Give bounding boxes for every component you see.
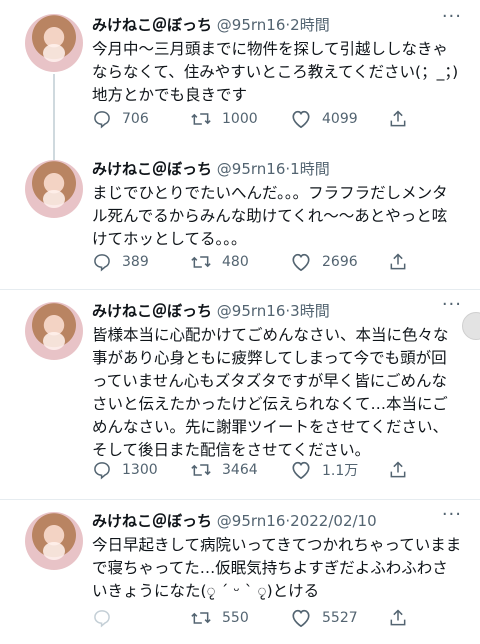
timestamp[interactable]: 3時間 [290, 302, 330, 320]
action-bar: 1300 3464 1.1万 [92, 460, 422, 482]
share-button[interactable] [388, 460, 408, 480]
avatar[interactable] [25, 302, 83, 360]
share-button[interactable] [388, 109, 408, 129]
share-icon [388, 109, 408, 129]
like-count: 5527 [322, 610, 358, 626]
display-name[interactable]: みけねこ＠ぼっち [92, 160, 212, 178]
share-button[interactable] [388, 608, 408, 628]
like-button[interactable]: 1.1万 [290, 460, 358, 480]
reply-icon [92, 252, 112, 272]
tweet-header: みけねこ＠ぼっち @95rn16·2時間 [92, 14, 330, 35]
reply-count: 1300 [122, 462, 158, 478]
action-bar: 550 5527 [92, 608, 422, 630]
more-icon[interactable]: ··· [442, 504, 462, 525]
retweet-count: 550 [222, 610, 249, 626]
share-icon [388, 252, 408, 272]
tweet-text: 今月中〜三月頭までに物件を探して引越ししなきゃならなくて、住みやすいところ教えて… [92, 40, 459, 104]
avatar[interactable] [25, 512, 83, 570]
reply-icon [92, 460, 112, 480]
tweet-text: まじでひとりでたいへんだ。。。フラフラだしメンタル死んでるからみんな助けてくれ〜… [92, 184, 448, 248]
handle[interactable]: @95rn16 [217, 512, 286, 530]
retweet-icon [190, 252, 212, 272]
tweet-header: みけねこ＠ぼっち @95rn16·3時間 [92, 300, 330, 321]
tweet[interactable]: みけねこ＠ぼっち @95rn16·2022/02/10 ··· 今日早起きして病… [0, 500, 480, 644]
avatar[interactable] [25, 14, 83, 72]
retweet-icon [190, 608, 212, 628]
reply-icon [92, 109, 112, 129]
reply-icon [92, 608, 112, 628]
tweet-text: 今日早起きして病院いってきてつかれちゃっていままで寝ちゃってた…仮眠気持ちよすぎ… [92, 536, 462, 600]
tweet[interactable]: みけねこ＠ぼっち @95rn16·3時間 ··· 皆様本当に心配かけてごめんなさ… [0, 290, 480, 495]
action-bar: 706 1000 4099 [92, 109, 422, 131]
reply-count: 706 [122, 111, 149, 127]
timestamp[interactable]: 2022/02/10 [290, 512, 376, 530]
retweet-count: 1000 [222, 111, 258, 127]
retweet-count: 3464 [222, 462, 258, 478]
retweet-button[interactable]: 550 [190, 608, 249, 628]
retweet-button[interactable]: 3464 [190, 460, 258, 480]
reply-button[interactable] [92, 608, 122, 628]
display-name[interactable]: みけねこ＠ぼっち [92, 512, 212, 530]
action-bar: 389 480 2696 [92, 252, 422, 274]
share-icon [388, 608, 408, 628]
reply-count: 389 [122, 254, 149, 270]
retweet-button[interactable]: 480 [190, 252, 249, 272]
timestamp[interactable]: 2時間 [290, 16, 330, 34]
handle[interactable]: @95rn16 [217, 16, 286, 34]
reply-button[interactable]: 1300 [92, 460, 158, 480]
more-icon[interactable]: ··· [442, 294, 462, 315]
retweet-icon [190, 109, 212, 129]
timestamp[interactable]: 1時間 [290, 160, 330, 178]
like-icon [290, 252, 312, 272]
tweet-text: 皆様本当に心配かけてごめんなさい、本当に色々な事があり心身ともに疲弊してしまって… [92, 326, 449, 459]
like-count: 1.1万 [322, 463, 359, 479]
handle[interactable]: @95rn16 [217, 160, 286, 178]
reply-button[interactable]: 389 [92, 252, 149, 272]
like-button[interactable]: 5527 [290, 608, 358, 628]
handle[interactable]: @95rn16 [217, 302, 286, 320]
like-icon [290, 109, 312, 129]
reply-button[interactable]: 706 [92, 109, 149, 129]
tweet-header: みけねこ＠ぼっち @95rn16·2022/02/10 [92, 510, 377, 531]
like-button[interactable]: 2696 [290, 252, 358, 272]
tweet[interactable]: みけねこ＠ぼっち @95rn16·1時間 まじでひとりでたいへんだ。。。フラフラ… [0, 148, 480, 288]
share-icon [388, 460, 408, 480]
like-icon [290, 460, 312, 480]
tweet[interactable]: みけねこ＠ぼっち @95rn16·2時間 ··· 今月中〜三月頭までに物件を探し… [0, 0, 480, 164]
like-count: 2696 [322, 254, 358, 270]
like-icon [290, 608, 312, 628]
like-button[interactable]: 4099 [290, 109, 358, 129]
share-button[interactable] [388, 252, 408, 272]
retweet-count: 480 [222, 254, 249, 270]
display-name[interactable]: みけねこ＠ぼっち [92, 16, 212, 34]
retweet-button[interactable]: 1000 [190, 109, 258, 129]
like-count: 4099 [322, 111, 358, 127]
avatar[interactable] [25, 160, 83, 218]
display-name[interactable]: みけねこ＠ぼっち [92, 302, 212, 320]
retweet-icon [190, 460, 212, 480]
tweet-header: みけねこ＠ぼっち @95rn16·1時間 [92, 158, 330, 179]
more-icon[interactable]: ··· [442, 6, 462, 27]
